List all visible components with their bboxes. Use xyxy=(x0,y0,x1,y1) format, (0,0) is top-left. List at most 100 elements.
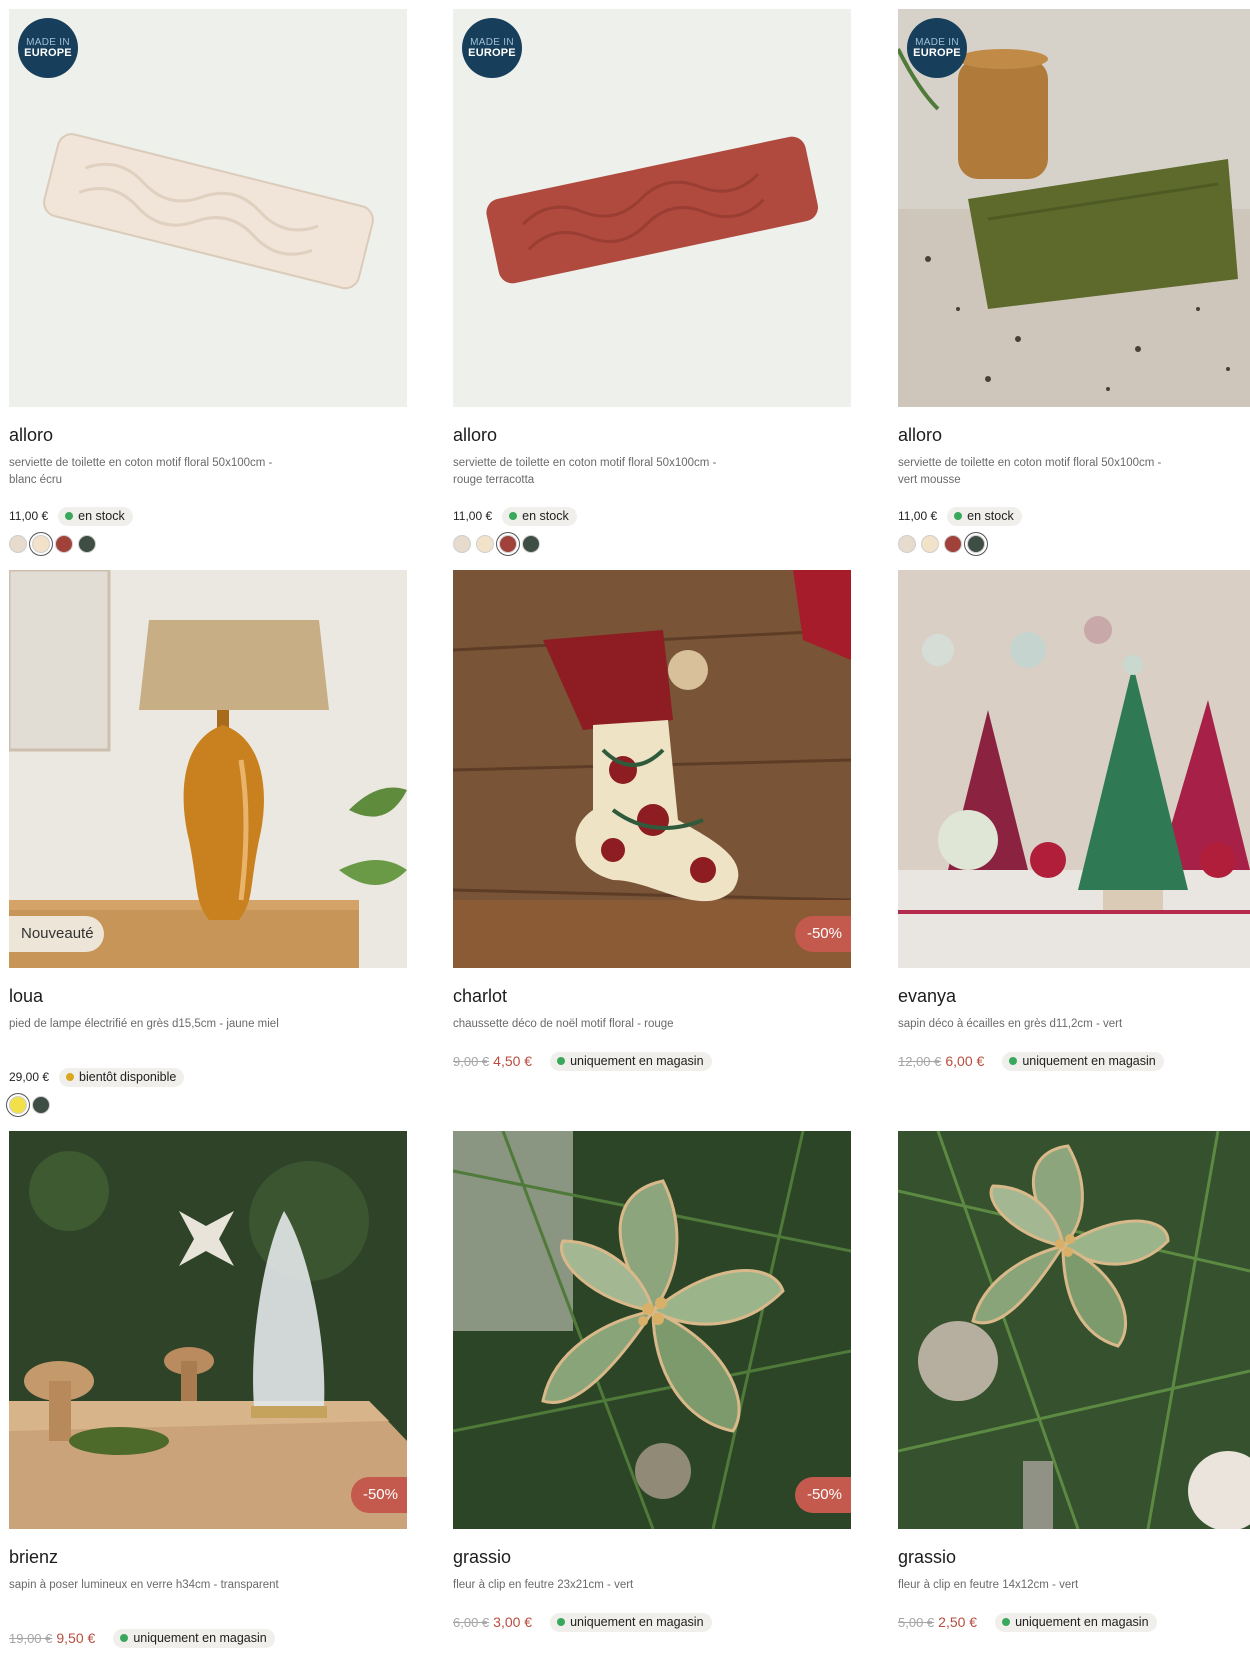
sale-price: 3,00 € xyxy=(493,1614,533,1630)
color-swatch[interactable] xyxy=(898,535,916,553)
product-name[interactable]: alloro xyxy=(453,425,851,447)
product-price: 11,00 € xyxy=(9,509,49,523)
badge-line2: EUROPE xyxy=(468,46,516,59)
status-dot-icon xyxy=(1009,1057,1018,1065)
sale-price: 2,50 € xyxy=(938,1614,978,1630)
stock-label: uniquement en magasin xyxy=(1015,1615,1149,1629)
stock-label: bientôt disponible xyxy=(79,1070,177,1084)
product-image[interactable]: -50% xyxy=(9,1131,407,1529)
color-swatch[interactable] xyxy=(453,535,471,553)
discount-tag: -50% xyxy=(794,1477,851,1513)
color-swatches xyxy=(9,1096,407,1114)
product-name[interactable]: alloro xyxy=(898,425,1250,447)
color-swatch[interactable] xyxy=(522,535,540,553)
color-swatch[interactable] xyxy=(78,535,96,553)
product-description: fleur à clip en feutre 23x21cm - vert xyxy=(453,1579,634,1591)
product-meta: 5,00 € 2,50 € uniquement en magasin xyxy=(898,1612,1250,1632)
product-name[interactable]: brienz xyxy=(9,1547,407,1569)
product-image[interactable] xyxy=(898,570,1250,968)
stock-status: en stock xyxy=(502,506,577,526)
product-description: serviette de toilette en coton motif flo… xyxy=(898,457,1162,486)
color-swatch[interactable] xyxy=(32,535,50,553)
product-name[interactable]: evanya xyxy=(898,986,1250,1008)
product-meta: 19,00 € 9,50 € uniquement en magasin xyxy=(9,1628,407,1648)
discount-tag: -50% xyxy=(350,1477,407,1513)
made-in-europe-badge: MADE IN EUROPE xyxy=(907,18,967,78)
color-swatch[interactable] xyxy=(499,535,517,553)
color-swatch[interactable] xyxy=(32,1096,50,1114)
sale-price: 4,50 € xyxy=(493,1053,533,1069)
color-swatch[interactable] xyxy=(9,1096,27,1114)
badge-line2: EUROPE xyxy=(24,46,72,59)
product-name[interactable]: charlot xyxy=(453,986,851,1008)
new-tag: Nouveauté xyxy=(9,916,104,952)
old-price: 9,00 € xyxy=(453,1053,490,1069)
product-price: 11,00 € xyxy=(898,509,938,523)
product-card[interactable]: MADE IN EUROPE alloro serviette de toile… xyxy=(453,9,851,553)
product-price: 29,00 € xyxy=(9,1070,50,1084)
product-image[interactable]: Nouveauté xyxy=(9,570,407,968)
product-image[interactable]: MADE IN EUROPE xyxy=(9,9,407,407)
badge-line2: EUROPE xyxy=(913,46,961,59)
product-description: serviette de toilette en coton motif flo… xyxy=(453,457,717,486)
stock-label: uniquement en magasin xyxy=(570,1615,704,1629)
product-description: fleur à clip en feutre 14x12cm - vert xyxy=(898,1579,1079,1591)
product-image[interactable]: -50% xyxy=(453,570,851,968)
badge-line1: MADE IN xyxy=(915,36,959,48)
sale-price: 9,50 € xyxy=(56,1630,96,1646)
product-image[interactable]: -50% xyxy=(453,1131,851,1529)
badge-line1: MADE IN xyxy=(26,36,70,48)
status-dot-icon xyxy=(954,512,963,520)
status-dot-icon xyxy=(509,512,518,520)
made-in-europe-badge: MADE IN EUROPE xyxy=(18,18,78,78)
color-swatch[interactable] xyxy=(9,535,27,553)
old-price: 6,00 € xyxy=(453,1614,490,1630)
product-image[interactable]: MADE IN EUROPE xyxy=(453,9,851,407)
product-meta: 9,00 € 4,50 € uniquement en magasin xyxy=(453,1051,851,1071)
product-image[interactable] xyxy=(898,1131,1250,1529)
product-card[interactable]: MADE IN EUROPE alloro serviette de toile… xyxy=(898,9,1250,553)
status-dot-icon xyxy=(557,1057,566,1065)
product-name[interactable]: alloro xyxy=(9,425,407,447)
product-card[interactable]: -50% grassio fleur à clip en feutre 23x2… xyxy=(453,1131,851,1632)
stock-label: uniquement en magasin xyxy=(133,1631,267,1645)
color-swatch[interactable] xyxy=(967,535,985,553)
product-description: chaussette déco de noël motif floral - r… xyxy=(453,1018,674,1030)
stock-status: uniquement en magasin xyxy=(995,1612,1157,1632)
product-name[interactable]: loua xyxy=(9,986,407,1008)
product-meta: 29,00 € bientôt disponible xyxy=(9,1067,407,1087)
product-description: sapin déco à écailles en grès d11,2cm - … xyxy=(898,1018,1123,1030)
color-swatches xyxy=(453,535,851,553)
color-swatch[interactable] xyxy=(55,535,73,553)
product-card[interactable]: -50% brienz sapin à poser lumineux en ve… xyxy=(9,1131,407,1648)
product-name[interactable]: grassio xyxy=(453,1547,851,1569)
stock-label: en stock xyxy=(78,509,125,523)
product-description: serviette de toilette en coton motif flo… xyxy=(9,457,273,486)
status-dot-icon xyxy=(120,1634,129,1642)
product-card[interactable]: -50% charlot chaussette déco de noël mot… xyxy=(453,570,851,1071)
color-swatch[interactable] xyxy=(921,535,939,553)
product-card[interactable]: Nouveauté loua pied de lampe électrifié … xyxy=(9,570,407,1114)
badge-line1: MADE IN xyxy=(470,36,514,48)
stock-status: uniquement en magasin xyxy=(550,1612,712,1632)
stock-status: en stock xyxy=(947,506,1022,526)
product-image[interactable]: MADE IN EUROPE xyxy=(898,9,1250,407)
old-price: 12,00 € xyxy=(898,1053,942,1069)
color-swatches xyxy=(9,535,407,553)
product-name[interactable]: grassio xyxy=(898,1547,1250,1569)
product-card[interactable]: evanya sapin déco à écailles en grès d11… xyxy=(898,570,1250,1071)
stock-status: en stock xyxy=(58,506,133,526)
stock-label: en stock xyxy=(522,509,569,523)
stock-status: uniquement en magasin xyxy=(550,1051,712,1071)
color-swatch[interactable] xyxy=(944,535,962,553)
sale-price: 6,00 € xyxy=(945,1053,985,1069)
product-card[interactable]: MADE IN EUROPE alloro serviette de toile… xyxy=(9,9,407,553)
status-dot-icon xyxy=(1002,1618,1011,1626)
stock-status: bientôt disponible xyxy=(59,1067,185,1087)
old-price: 5,00 € xyxy=(898,1614,935,1630)
discount-tag: -50% xyxy=(794,916,851,952)
product-card[interactable]: grassio fleur à clip en feutre 14x12cm -… xyxy=(898,1131,1250,1632)
product-description: sapin à poser lumineux en verre h34cm - … xyxy=(9,1579,279,1591)
color-swatch[interactable] xyxy=(476,535,494,553)
product-price: 11,00 € xyxy=(453,509,493,523)
